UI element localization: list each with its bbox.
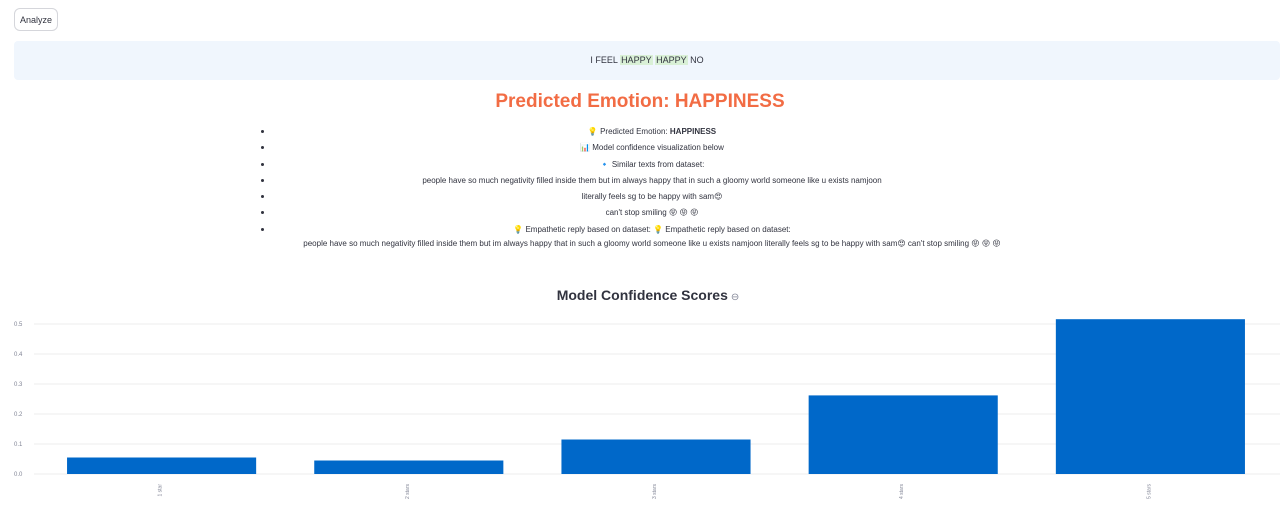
analyze-button[interactable]: Analyze [14, 8, 58, 31]
x-tick-label: 4 stars [899, 484, 905, 500]
input-text-suffix: NO [687, 55, 704, 65]
similar-text: can't stop smiling [605, 208, 669, 218]
list-item: literally feels sg to be happy with sam😍 [261, 189, 1040, 205]
bar [561, 439, 751, 474]
bar-chart-icon: 📊 [580, 143, 591, 153]
list-item-text: Predicted Emotion: [597, 127, 670, 136]
confidence-bar-chart: 0.0 0.1 0.2 0.3 0.4 0.5 1 star 2 stars 3 stars 4 … [14, 319, 1280, 500]
list-item-text: Model confidence visualization below [590, 143, 724, 153]
x-tick-label: 1 star [158, 484, 164, 497]
lightbulb-icon: 💡 [587, 127, 598, 136]
highlighted-word: HAPPY [655, 55, 688, 65]
link-icon[interactable]: ⊖ [731, 292, 739, 303]
lightbulb-icon: 💡 [513, 224, 524, 234]
reply-label: Empathetic reply based on dataset: [523, 224, 654, 234]
y-tick-label: 0.1 [14, 442, 23, 448]
empathetic-reply-text: can't stop smiling [905, 238, 972, 248]
y-tick-label: 0.5 [14, 322, 23, 328]
tongue-emoji: 😝 😝 😝 [668, 208, 699, 218]
tongue-emoji: 😝 😝 😝 [971, 238, 1001, 248]
y-tick-label: 0.2 [14, 412, 23, 418]
highlighted-word: HAPPY [620, 55, 653, 65]
similar-text: people have so much negativity filled in… [422, 175, 882, 185]
bar [314, 460, 504, 474]
bar [808, 395, 998, 474]
list-item: 📊 Model confidence visualization below [261, 140, 1040, 156]
emotion-value: HAPPINESS [669, 127, 717, 136]
similar-text: literally feels sg to be happy with sam [581, 192, 715, 202]
chart-title-text: Model Confidence Scores [556, 287, 728, 303]
list-item: 💡 Predicted Emotion: HAPPINESS [261, 124, 1040, 140]
bar [67, 457, 257, 474]
x-tick-label: 3 stars [652, 484, 658, 500]
chart-title: Model Confidence Scores ⊖ [0, 284, 1280, 309]
bar [1055, 319, 1245, 474]
list-item: 🔹 Similar texts from dataset: [261, 157, 1040, 173]
list-item: 💡 Empathetic reply based on dataset: 💡 E… [261, 222, 1040, 251]
analyzed-text-display: I FEEL HAPPY HAPPY NO [14, 41, 1280, 80]
empathetic-reply-text: people have so much negativity filled in… [303, 238, 898, 248]
list-item: people have so much negativity filled in… [261, 173, 1040, 189]
input-text-prefix: I FEEL [590, 55, 621, 65]
app-page: Analyze I FEEL HAPPY HAPPY NO Predicted … [0, 0, 1280, 508]
x-tick-label: 5 stars [1146, 484, 1152, 500]
result-info-list: 💡 Predicted Emotion: HAPPINESS 📊 Model c… [261, 124, 1040, 251]
list-item-text: Similar texts from dataset: [609, 159, 705, 169]
predicted-emotion-heading: Predicted Emotion: HAPPINESS [495, 91, 785, 112]
heart-eyes-emoji: 😍 [897, 238, 906, 248]
y-tick-label: 0.4 [14, 352, 23, 358]
lightbulb-icon: 💡 [653, 224, 664, 234]
reply-label: Empathetic reply based on dataset: [663, 224, 791, 234]
y-tick-label: 0.3 [14, 382, 23, 388]
blue-diamond-icon: 🔹 [599, 159, 610, 169]
x-tick-label: 2 stars [405, 484, 411, 500]
heart-eyes-emoji: 😍 [714, 192, 723, 202]
list-item: can't stop smiling 😝 😝 😝 [261, 205, 1040, 221]
y-tick-label: 0.0 [14, 472, 23, 478]
